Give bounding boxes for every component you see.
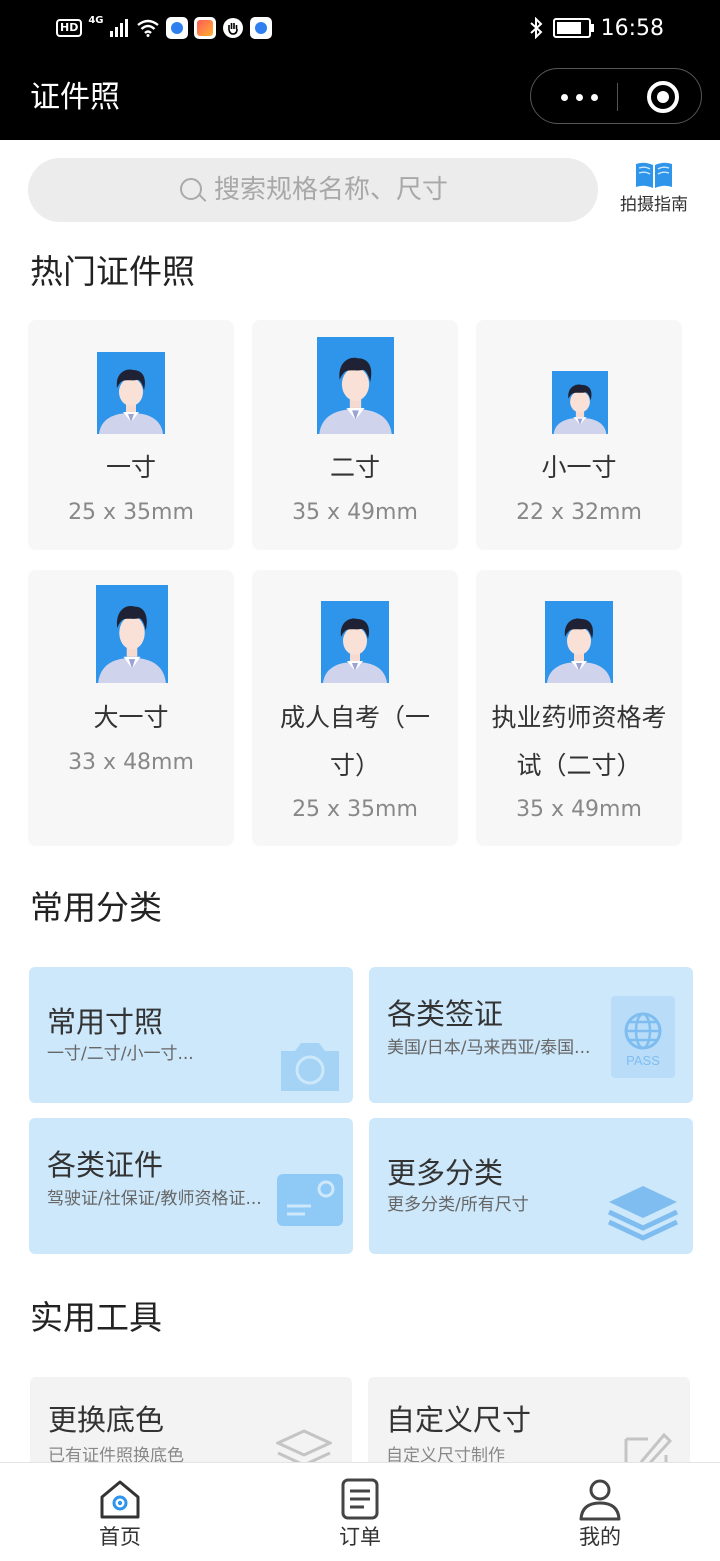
app-notification-icon (249, 17, 272, 39)
portrait-thumbnail (321, 601, 389, 683)
status-icons-right: 16:58 (529, 14, 664, 42)
category-card-visa[interactable]: 各类签证 美国/日本/马来西亚/泰国... PASS (369, 967, 693, 1103)
category-title: 各类证件 (47, 1148, 164, 1182)
portrait-thumbnail (545, 601, 613, 683)
title-bar: 证件照 (0, 56, 720, 140)
category-title: 各类签证 (387, 997, 504, 1031)
status-icons-left: HD 4G (56, 14, 272, 42)
category-title: 常用寸照 (47, 1005, 164, 1039)
layers-icon (607, 1186, 679, 1241)
category-card-more[interactable]: 更多分类 更多分类/所有尺寸 (369, 1118, 693, 1254)
hot-item-size: 25 x 35mm (292, 797, 418, 822)
hot-item-name: 试（二寸） (516, 751, 642, 780)
category-subtitle: 一寸/二寸/小一寸... (47, 1044, 194, 1064)
capsule-divider (617, 83, 618, 111)
portrait-thumbnail (96, 585, 168, 683)
hot-item-card[interactable]: 成人自考（一 寸） 25 x 35mm (252, 570, 458, 846)
hot-item-size: 25 x 35mm (68, 500, 194, 525)
search-input[interactable]: 搜索规格名称、尺寸 (28, 158, 598, 222)
hot-item-name: 成人自考（一 (279, 703, 430, 732)
more-menu-icon[interactable] (555, 82, 605, 110)
hot-item-name: 一寸 (105, 453, 156, 482)
hot-item-name: 大一寸 (93, 703, 169, 732)
app-notification-icon (193, 17, 216, 39)
hot-item-name: 二寸 (329, 453, 380, 482)
tab-label: 订单 (339, 1525, 381, 1549)
signal-icon (109, 19, 128, 37)
status-bar: HD 4G 16:58 (0, 0, 720, 56)
hot-item-size: 22 x 32mm (516, 500, 642, 525)
portrait-thumbnail (317, 337, 394, 434)
order-icon (341, 1478, 379, 1520)
camera-icon (281, 1043, 339, 1091)
app-notification-icon (165, 17, 188, 39)
battery-icon (552, 18, 594, 38)
hot-item-name: 执业药师资格考 (491, 703, 667, 732)
mini-program-capsule (530, 68, 702, 124)
close-mini-program-icon[interactable] (647, 81, 679, 113)
hot-item-size: 33 x 48mm (68, 750, 194, 775)
page-title: 证件照 (30, 80, 120, 115)
tab-label: 首页 (99, 1525, 141, 1549)
hot-item-card[interactable]: 大一寸 33 x 48mm (28, 570, 234, 846)
hd-badge: HD (56, 19, 83, 37)
portrait-thumbnail (97, 352, 165, 434)
hot-item-size: 35 x 49mm (292, 500, 418, 525)
tool-title: 更换底色 (48, 1403, 165, 1437)
clock: 16:58 (600, 15, 664, 41)
hot-section-title: 热门证件照 (30, 252, 195, 291)
hot-item-card[interactable]: 小一寸 22 x 32mm (476, 320, 682, 550)
photo-guide-button[interactable]: 拍摄指南 (612, 158, 696, 220)
search-icon (180, 178, 202, 200)
tab-label: 我的 (579, 1525, 621, 1549)
hot-item-name: 小一寸 (541, 453, 617, 482)
id-card-icon (277, 1174, 343, 1226)
portrait-thumbnail (552, 371, 608, 434)
tab-home[interactable]: 首页 (0, 1463, 240, 1561)
bottom-tab-bar: 首页 订单 我的 (0, 1462, 720, 1561)
category-subtitle: 更多分类/所有尺寸 (387, 1195, 529, 1215)
category-subtitle: 美国/日本/马来西亚/泰国... (387, 1038, 591, 1058)
category-section-title: 常用分类 (30, 888, 162, 927)
tab-profile[interactable]: 我的 (480, 1463, 720, 1561)
hand-icon (222, 18, 243, 38)
book-icon (636, 162, 672, 188)
tool-title: 自定义尺寸 (386, 1403, 532, 1437)
wifi-icon (136, 19, 159, 37)
passport-text: PASS (626, 1053, 660, 1068)
hot-item-card[interactable]: 一寸 25 x 35mm (28, 320, 234, 550)
hot-item-name: 寸） (329, 751, 380, 780)
network-type: 4G (88, 15, 104, 26)
category-card-common-sizes[interactable]: 常用寸照 一寸/二寸/小一寸... (29, 967, 353, 1103)
home-icon (100, 1480, 140, 1519)
tab-orders[interactable]: 订单 (240, 1463, 480, 1561)
category-subtitle: 驾驶证/社保证/教师资格证... (47, 1189, 262, 1209)
user-icon (579, 1479, 621, 1521)
passport-icon: PASS (611, 996, 675, 1078)
hot-item-size: 35 x 49mm (516, 797, 642, 822)
hot-item-card[interactable]: 执业药师资格考 试（二寸） 35 x 49mm (476, 570, 682, 846)
search-placeholder: 搜索规格名称、尺寸 (214, 175, 449, 205)
tools-section-title: 实用工具 (30, 1298, 162, 1337)
photo-guide-label: 拍摄指南 (620, 195, 688, 215)
bluetooth-icon (529, 17, 543, 39)
hot-item-card[interactable]: 二寸 35 x 49mm (252, 320, 458, 550)
category-title: 更多分类 (387, 1156, 504, 1190)
category-card-certificates[interactable]: 各类证件 驾驶证/社保证/教师资格证... (29, 1118, 353, 1254)
